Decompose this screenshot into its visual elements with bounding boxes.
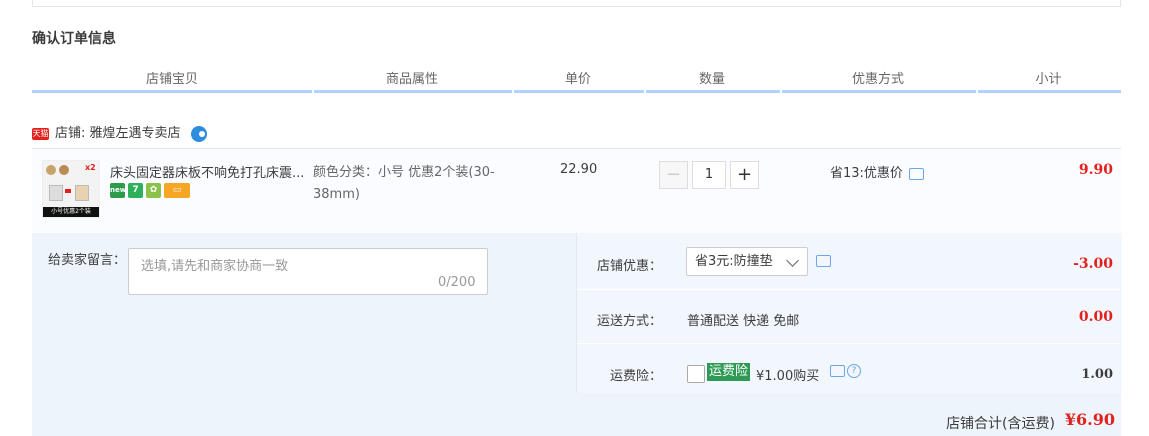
qty-increase-button[interactable]: + <box>730 161 759 189</box>
comment-icon[interactable] <box>830 365 845 377</box>
top-panel <box>32 0 1121 7</box>
guarantee-icon[interactable]: ✿ <box>146 183 161 198</box>
header-separator <box>312 90 314 93</box>
thumb-caption: 小号优惠2个装 <box>43 207 99 217</box>
divider <box>577 289 1121 290</box>
product-thumbnail[interactable]: x2 小号优惠2个装 <box>42 160 100 218</box>
shop-discount-select[interactable]: 省3元:防撞垫 <box>686 247 808 276</box>
credit-card-icon[interactable]: ▭ <box>164 183 190 198</box>
quantity-stepper: − 1 + <box>659 161 759 189</box>
shop-row: 天猫 店铺: 雅煌左遇专卖店 <box>32 124 207 144</box>
shipping-method: 普通配送 快递 免邮 <box>687 314 800 329</box>
promo-info: 省13:优惠价 <box>830 162 924 181</box>
insurance-amount: 1.00 <box>1081 367 1113 382</box>
insurance-icons: ? <box>830 364 861 378</box>
header-separator <box>976 90 978 93</box>
shop-name-link[interactable]: 店铺: 雅煌左遇专卖店 <box>55 124 181 144</box>
col-quantity: 数量 <box>698 72 725 87</box>
header-separator <box>780 90 782 93</box>
shop-discount-value: 省3元:防撞垫 <box>695 254 773 269</box>
shop-total-amount: ¥6.90 <box>1064 410 1115 429</box>
divider <box>577 343 1121 344</box>
item-subtotal: 9.90 <box>1078 162 1113 178</box>
service-badges: new 7 ✿ ▭ <box>110 183 190 198</box>
insurance-checkbox[interactable] <box>687 365 705 383</box>
shipping-label: 运送方式： <box>596 314 662 329</box>
chevron-down-icon <box>786 254 799 267</box>
col-subtotal: 小计 <box>1035 72 1062 87</box>
insurance-label: 运费险： <box>609 369 662 384</box>
new-badge-icon[interactable]: new <box>110 183 126 198</box>
tmall-logo-icon: 天猫 <box>32 128 49 140</box>
shipping-amount: 0.00 <box>1078 309 1113 325</box>
header-underline <box>32 90 1121 93</box>
insurance-tag: 运费险 <box>707 363 751 381</box>
thumb-badge: x2 <box>85 163 96 172</box>
shop-discount-label: 店铺优惠： <box>596 259 662 274</box>
col-attributes: 商品属性 <box>385 72 438 87</box>
section-title: 确认订单信息 <box>32 31 116 47</box>
seven-day-return-icon[interactable]: 7 <box>128 183 143 198</box>
chat-wangwang-icon[interactable] <box>190 126 207 142</box>
insurance-price: ¥1.00购买 <box>756 369 820 384</box>
promo-text: 省13:优惠价 <box>830 166 903 181</box>
shop-total-label: 店铺合计(含运费) <box>946 416 1055 432</box>
col-discount: 优惠方式 <box>851 72 904 87</box>
qty-input[interactable]: 1 <box>692 161 726 189</box>
unit-price: 22.90 <box>560 162 598 177</box>
header-separator <box>512 90 514 93</box>
message-placeholder: 选填,请先和商家协商一致 <box>141 259 289 274</box>
help-icon[interactable]: ? <box>847 364 861 378</box>
comment-icon[interactable] <box>908 167 924 180</box>
header-separator <box>644 90 646 93</box>
col-unit-price: 单价 <box>564 72 591 87</box>
message-char-count: 0/200 <box>438 275 476 290</box>
product-title-link[interactable]: 床头固定器床板不响免打孔床震... <box>110 162 310 181</box>
shop-discount-amount: -3.00 <box>1073 256 1113 272</box>
comment-icon[interactable] <box>816 255 831 267</box>
product-attributes: 颜色分类：小号 优惠2个装(30-38mm) <box>313 165 495 202</box>
qty-decrease-button[interactable]: − <box>659 161 688 189</box>
message-label: 给卖家留言： <box>48 253 127 268</box>
col-shop-item: 店铺宝贝 <box>145 72 198 87</box>
